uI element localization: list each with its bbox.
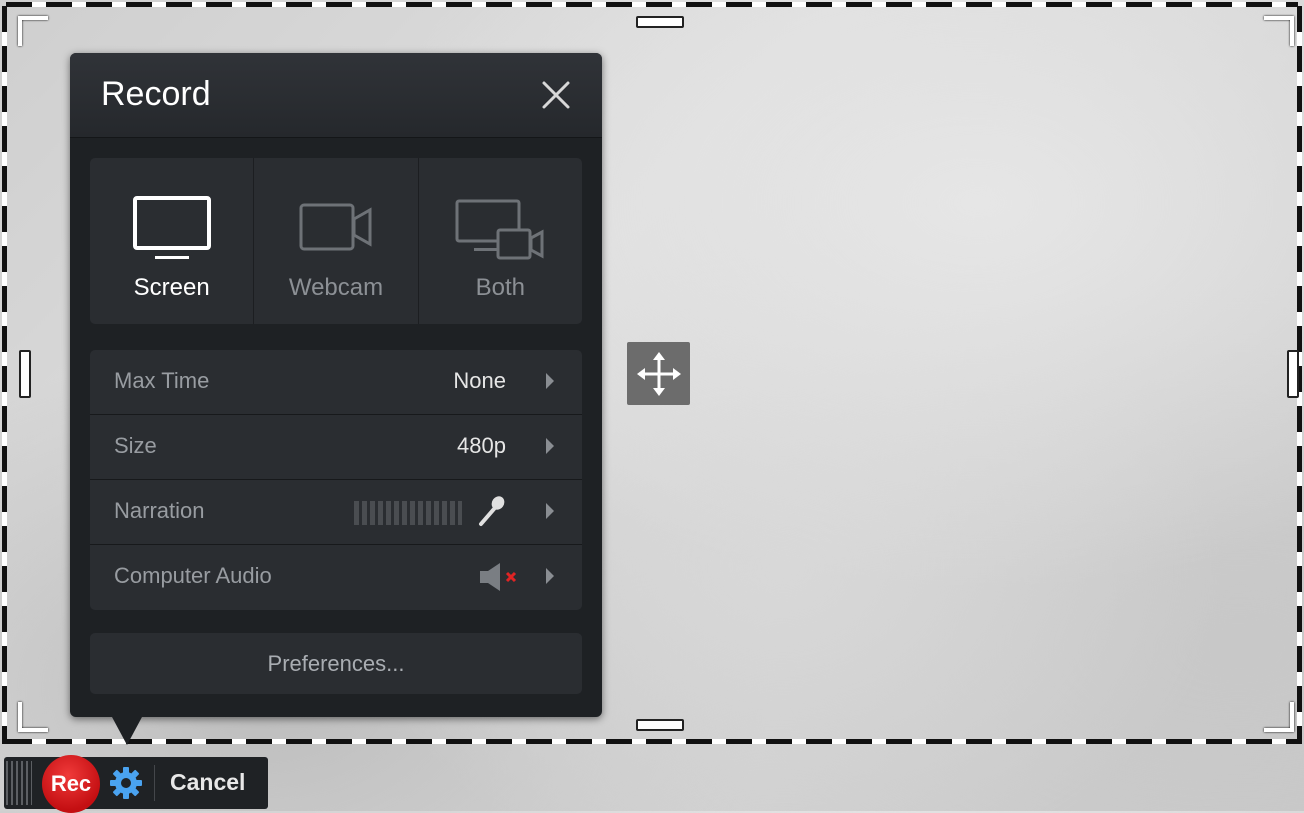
chevron-right-icon xyxy=(546,438,554,454)
screen-and-webcam-icon xyxy=(455,199,544,260)
settings-list: Max Time None Size 480p Narration Comput… xyxy=(90,350,582,610)
mode-screen[interactable]: Screen xyxy=(90,158,255,324)
close-icon xyxy=(542,81,570,109)
record-panel: Record Screen Webcam Both Max Time None … xyxy=(70,53,602,717)
preferences-button[interactable]: Preferences... xyxy=(90,633,582,694)
resize-handle-right[interactable] xyxy=(1287,350,1299,398)
chevron-right-icon xyxy=(546,568,554,584)
drag-grip-icon[interactable] xyxy=(6,761,32,805)
panel-header: Record xyxy=(70,53,602,138)
cancel-button[interactable]: Cancel xyxy=(170,769,245,796)
toolbar-divider xyxy=(154,765,155,801)
chevron-right-icon xyxy=(546,373,554,389)
audio-level-meter xyxy=(354,501,462,525)
panel-pointer xyxy=(112,717,142,745)
resize-corner-bottom-right[interactable] xyxy=(1264,702,1294,732)
mode-webcam[interactable]: Webcam xyxy=(254,158,419,324)
mode-both[interactable]: Both xyxy=(419,158,582,324)
frame-border-left xyxy=(2,6,7,744)
rec-button[interactable]: Rec xyxy=(42,755,100,813)
resize-handle-left[interactable] xyxy=(19,350,31,398)
frame-border-top xyxy=(6,2,1298,7)
mode-both-label: Both xyxy=(475,274,525,301)
resize-handle-bottom[interactable] xyxy=(636,719,684,731)
setting-max-time[interactable]: Max Time None xyxy=(90,350,582,415)
setting-narration[interactable]: Narration xyxy=(90,480,582,545)
panel-title: Record xyxy=(101,75,211,113)
mode-webcam-label: Webcam xyxy=(288,274,384,301)
resize-corner-bottom-left[interactable] xyxy=(18,702,48,732)
monitor-icon xyxy=(132,196,211,259)
setting-size[interactable]: Size 480p xyxy=(90,415,582,480)
setting-label: Max Time xyxy=(114,368,210,393)
setting-value: None xyxy=(453,368,506,393)
mode-screen-label: Screen xyxy=(133,274,210,301)
gear-icon xyxy=(110,767,142,799)
move-arrows-icon xyxy=(636,351,681,396)
chevron-right-icon xyxy=(546,503,554,519)
close-button[interactable] xyxy=(538,77,574,113)
setting-computer-audio[interactable]: Computer Audio xyxy=(90,545,582,609)
setting-label: Computer Audio xyxy=(114,563,272,588)
resize-corner-top-left[interactable] xyxy=(18,16,48,46)
frame-border-bottom xyxy=(6,739,1298,744)
microphone-icon xyxy=(479,496,505,526)
settings-button[interactable] xyxy=(108,765,144,801)
move-region-button[interactable] xyxy=(627,342,690,405)
resize-handle-top[interactable] xyxy=(636,16,684,28)
setting-label: Narration xyxy=(114,498,205,523)
recorder-toolbar: Rec Cancel xyxy=(4,755,268,813)
webcam-icon xyxy=(299,203,372,251)
capture-mode-selector: Screen Webcam Both xyxy=(90,158,582,324)
setting-label: Size xyxy=(114,433,157,458)
setting-value: 480p xyxy=(457,433,506,458)
resize-corner-top-right[interactable] xyxy=(1264,16,1294,46)
speaker-muted-icon xyxy=(480,563,517,591)
